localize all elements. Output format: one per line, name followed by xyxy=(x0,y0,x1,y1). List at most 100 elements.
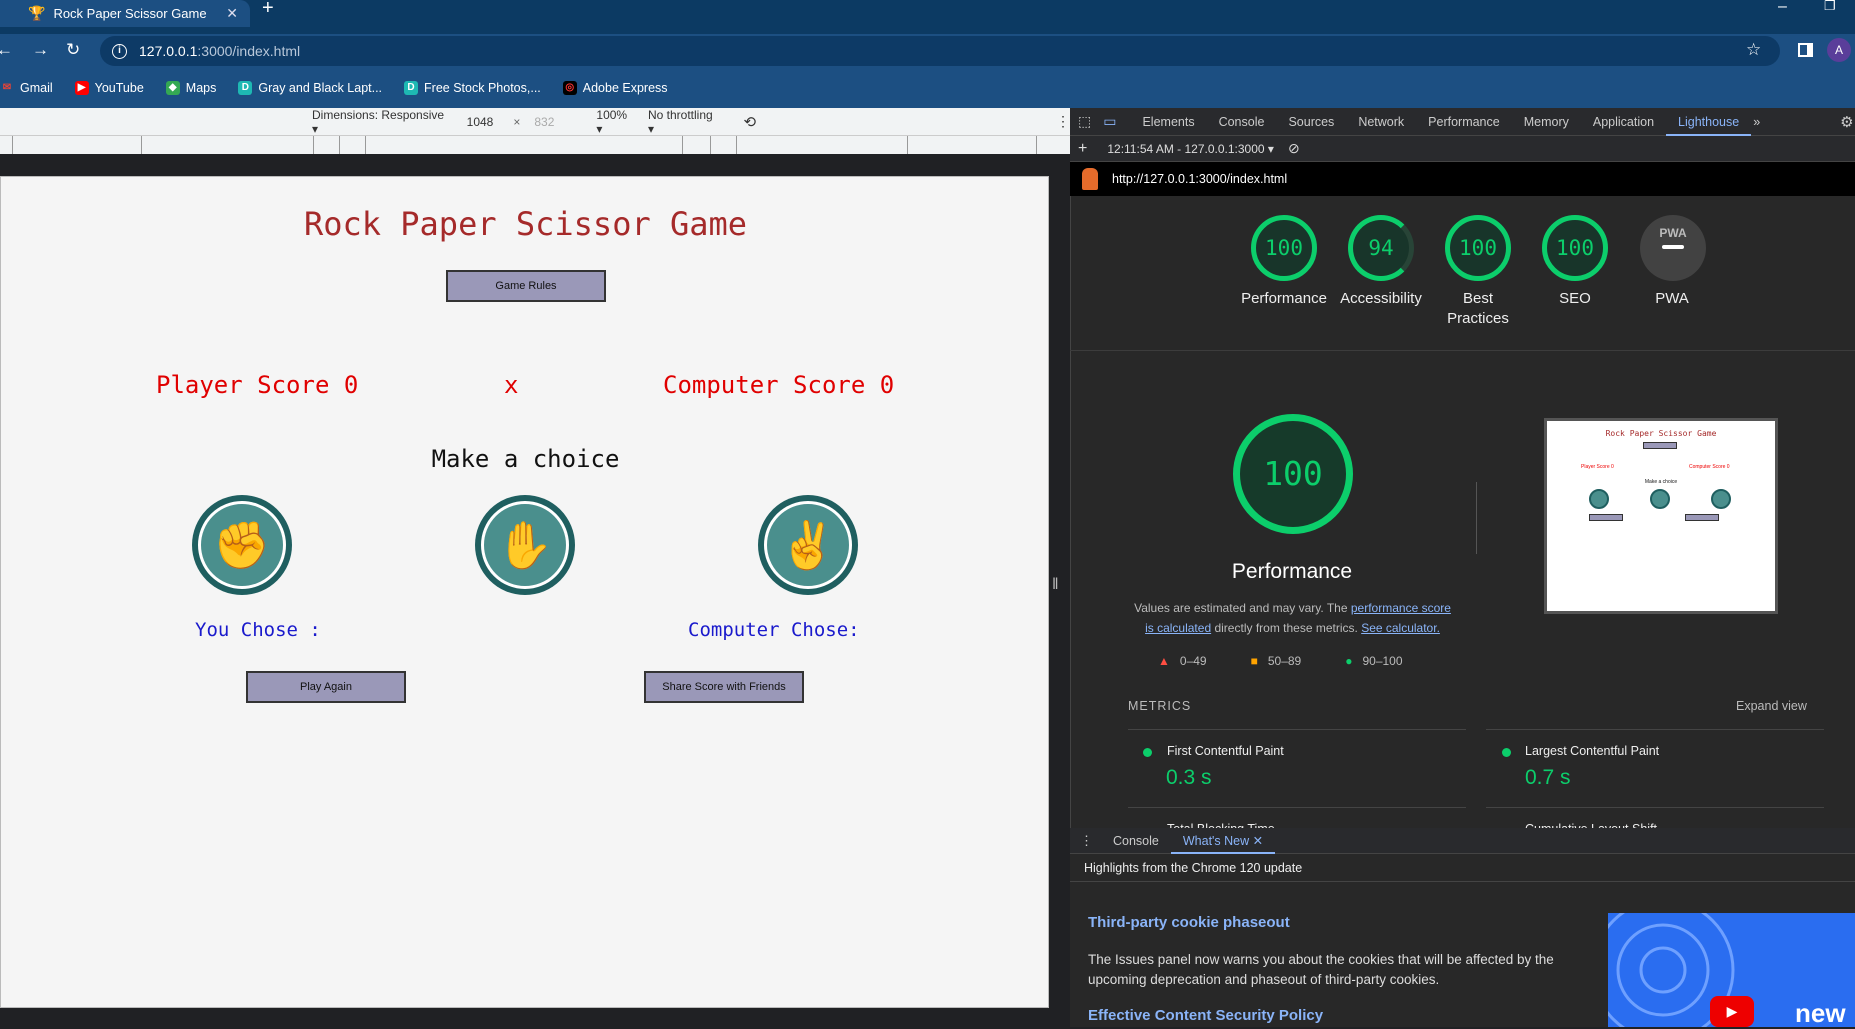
clear-icon[interactable]: ⊘ xyxy=(1288,140,1300,157)
bookmark-label: Gmail xyxy=(20,81,53,95)
tab-title: Rock Paper Scissor Game xyxy=(53,6,207,21)
average-square-icon: ■ xyxy=(1250,654,1258,668)
highlights-heading: Highlights from the Chrome 120 update xyxy=(1084,861,1303,875)
drawer-menu-icon[interactable]: ⋮ xyxy=(1080,833,1093,849)
maps-icon: ◆ xyxy=(165,81,180,95)
performance-heading: Performance xyxy=(1231,560,1353,583)
rotate-icon[interactable]: ⟲ xyxy=(743,113,756,131)
bookmark-gmail[interactable]: ✉ Gmail xyxy=(0,81,53,95)
ruler-tick xyxy=(339,136,340,154)
forward-arrow-icon[interactable]: → xyxy=(32,40,49,60)
report-time: 12:11:54 AM - 127.0.0.1:3000 xyxy=(1107,141,1265,156)
ruler-tick xyxy=(682,136,683,154)
dimensions-select[interactable]: Dimensions: Responsive ▾ xyxy=(312,108,445,136)
bookmark-star-icon[interactable]: ☆ xyxy=(1746,40,1761,60)
side-panel-icon[interactable] xyxy=(1798,43,1813,57)
browser-tab[interactable]: 🏆 Rock Paper Scissor Game ✕ xyxy=(0,0,250,27)
pass-circle-icon: ● xyxy=(1345,654,1353,668)
device-toggle-icon[interactable]: ▭ xyxy=(1103,113,1116,130)
see-calculator-link[interactable]: See calculator. xyxy=(1361,621,1440,635)
game-title: Rock Paper Scissor Game xyxy=(303,205,748,243)
tab-elements[interactable]: Elements xyxy=(1130,108,1206,136)
thumb-rock xyxy=(1589,489,1609,509)
inspect-element-icon[interactable]: ⬚ xyxy=(1078,113,1091,130)
settings-gear-icon[interactable]: ⚙ xyxy=(1840,113,1853,131)
expand-view-button[interactable]: Expand view xyxy=(1736,699,1807,713)
close-drawer-tab-icon[interactable]: ✕ xyxy=(1253,834,1263,848)
main-performance-gauge: 100 xyxy=(1233,414,1353,534)
thumb-paper xyxy=(1650,489,1670,509)
metrics-heading: METRICS xyxy=(1128,699,1192,713)
tab-performance[interactable]: Performance xyxy=(1416,108,1512,136)
close-tab-icon[interactable]: ✕ xyxy=(226,5,238,22)
lighthouse-logo-icon xyxy=(1082,168,1098,190)
bookmark-label: YouTube xyxy=(94,81,144,95)
thumb-choice: Make a choice xyxy=(1644,479,1678,485)
panel-resize-handle[interactable]: ‖ xyxy=(1052,576,1060,604)
site-info-icon[interactable]: i xyxy=(112,43,127,59)
new-tab-button[interactable]: + xyxy=(262,0,274,18)
game-page: Rock Paper Scissor Game Game Rules Playe… xyxy=(0,176,1049,1008)
play-again-button[interactable]: Play Again xyxy=(246,671,406,703)
zoom-select[interactable]: 100% ▾ xyxy=(596,108,634,136)
player-score: Player Score 0 xyxy=(156,371,359,399)
cookie-phaseout-text: The Issues panel now warns you about the… xyxy=(1088,952,1554,987)
performance-note: Values are estimated and may vary. The p… xyxy=(1130,598,1455,638)
share-score-button[interactable]: Share Score with Friends xyxy=(644,671,804,703)
score-label-seo: SEO xyxy=(1559,290,1591,307)
address-bar[interactable]: i 127.0.0.1:3000/index.html xyxy=(100,36,1780,66)
score-label-best-practices: Best Practices xyxy=(1447,290,1509,327)
report-select[interactable]: 12:11:54 AM - 127.0.0.1:3000 ▾ xyxy=(1107,142,1274,156)
drawer-tab-whats-new[interactable]: What's New ✕ xyxy=(1170,828,1276,854)
profile-avatar[interactable]: A xyxy=(1827,38,1851,62)
note-text: Values are estimated and may vary. The xyxy=(1134,601,1348,615)
thumb-title: Rock Paper Scissor Game xyxy=(1605,429,1717,438)
reload-icon[interactable]: ↻ xyxy=(66,40,80,60)
metric-divider xyxy=(1486,729,1824,730)
more-options-icon[interactable]: ⋮ xyxy=(1056,113,1070,130)
more-tabs-icon[interactable]: » xyxy=(1753,115,1760,129)
thumb-computer-score: Computer Score 0 xyxy=(1689,464,1730,470)
scissors-choice[interactable]: ✌ xyxy=(758,495,858,595)
score-legend: ▲ 0–49 ■ 50–89 ● 90–100 xyxy=(1158,654,1458,668)
tab-memory[interactable]: Memory xyxy=(1512,108,1581,136)
zoom-label: 100% xyxy=(596,107,628,122)
throttling-select[interactable]: No throttling ▾ xyxy=(648,108,717,136)
width-input[interactable]: 1048 xyxy=(467,115,494,129)
bookmark-adobe-express[interactable]: ◎ Adobe Express xyxy=(562,81,668,95)
tab-network[interactable]: Network xyxy=(1346,108,1416,136)
bookmark-maps[interactable]: ◆ Maps xyxy=(165,81,216,95)
tab-application[interactable]: Application xyxy=(1581,108,1666,136)
new-report-icon[interactable]: + xyxy=(1078,140,1087,158)
lighthouse-toolbar: + 12:11:54 AM - 127.0.0.1:3000 ▾ ⊘ xyxy=(1070,136,1855,162)
score-label-pwa: PWA xyxy=(1655,290,1689,307)
bookmark-youtube[interactable]: ▶ YouTube xyxy=(74,81,144,95)
pwa-badge[interactable]: PWA xyxy=(1640,215,1706,281)
ruler-tick xyxy=(710,136,711,154)
csp-link[interactable]: Effective Content Security Policy xyxy=(1088,1007,1323,1024)
cookie-phaseout-link[interactable]: Third-party cookie phaseout xyxy=(1088,914,1290,931)
paper-choice[interactable]: ✋ xyxy=(475,495,575,595)
rock-choice[interactable]: ✊ xyxy=(192,495,292,595)
minimize-icon[interactable]: – xyxy=(1778,0,1787,16)
section-divider xyxy=(1070,350,1855,351)
back-arrow-icon[interactable]: ← xyxy=(0,40,13,60)
height-input[interactable]: 832 xyxy=(534,115,554,129)
youtube-play-icon[interactable]: ▶ xyxy=(1710,996,1754,1027)
score-gauge-accessibility[interactable]: 94 xyxy=(1348,215,1414,281)
metric-pass-dot xyxy=(1502,748,1511,757)
score-gauge-seo[interactable]: 100 xyxy=(1542,215,1608,281)
drawer-tab-console[interactable]: Console xyxy=(1101,828,1171,854)
report-url[interactable]: http://127.0.0.1:3000/index.html xyxy=(1112,172,1287,186)
tab-lighthouse[interactable]: Lighthouse xyxy=(1666,108,1752,136)
score-gauge-best-practices[interactable]: 100 xyxy=(1445,215,1511,281)
tab-sources[interactable]: Sources xyxy=(1276,108,1346,136)
restore-icon[interactable]: ❐ xyxy=(1824,0,1836,14)
bookmark-stock-photos[interactable]: D Free Stock Photos,... xyxy=(404,81,541,95)
tab-console[interactable]: Console xyxy=(1207,108,1277,136)
bookmark-gray-black[interactable]: D Gray and Black Lapt... xyxy=(238,81,382,95)
device-toolbar: Dimensions: Responsive ▾ 1048 × 832 100%… xyxy=(0,108,1070,136)
score-gauge-performance[interactable]: 100 xyxy=(1251,215,1317,281)
page-screenshot-thumbnail[interactable]: Rock Paper Scissor Game Player Score 0 C… xyxy=(1544,418,1778,614)
game-rules-button[interactable]: Game Rules xyxy=(446,270,606,302)
